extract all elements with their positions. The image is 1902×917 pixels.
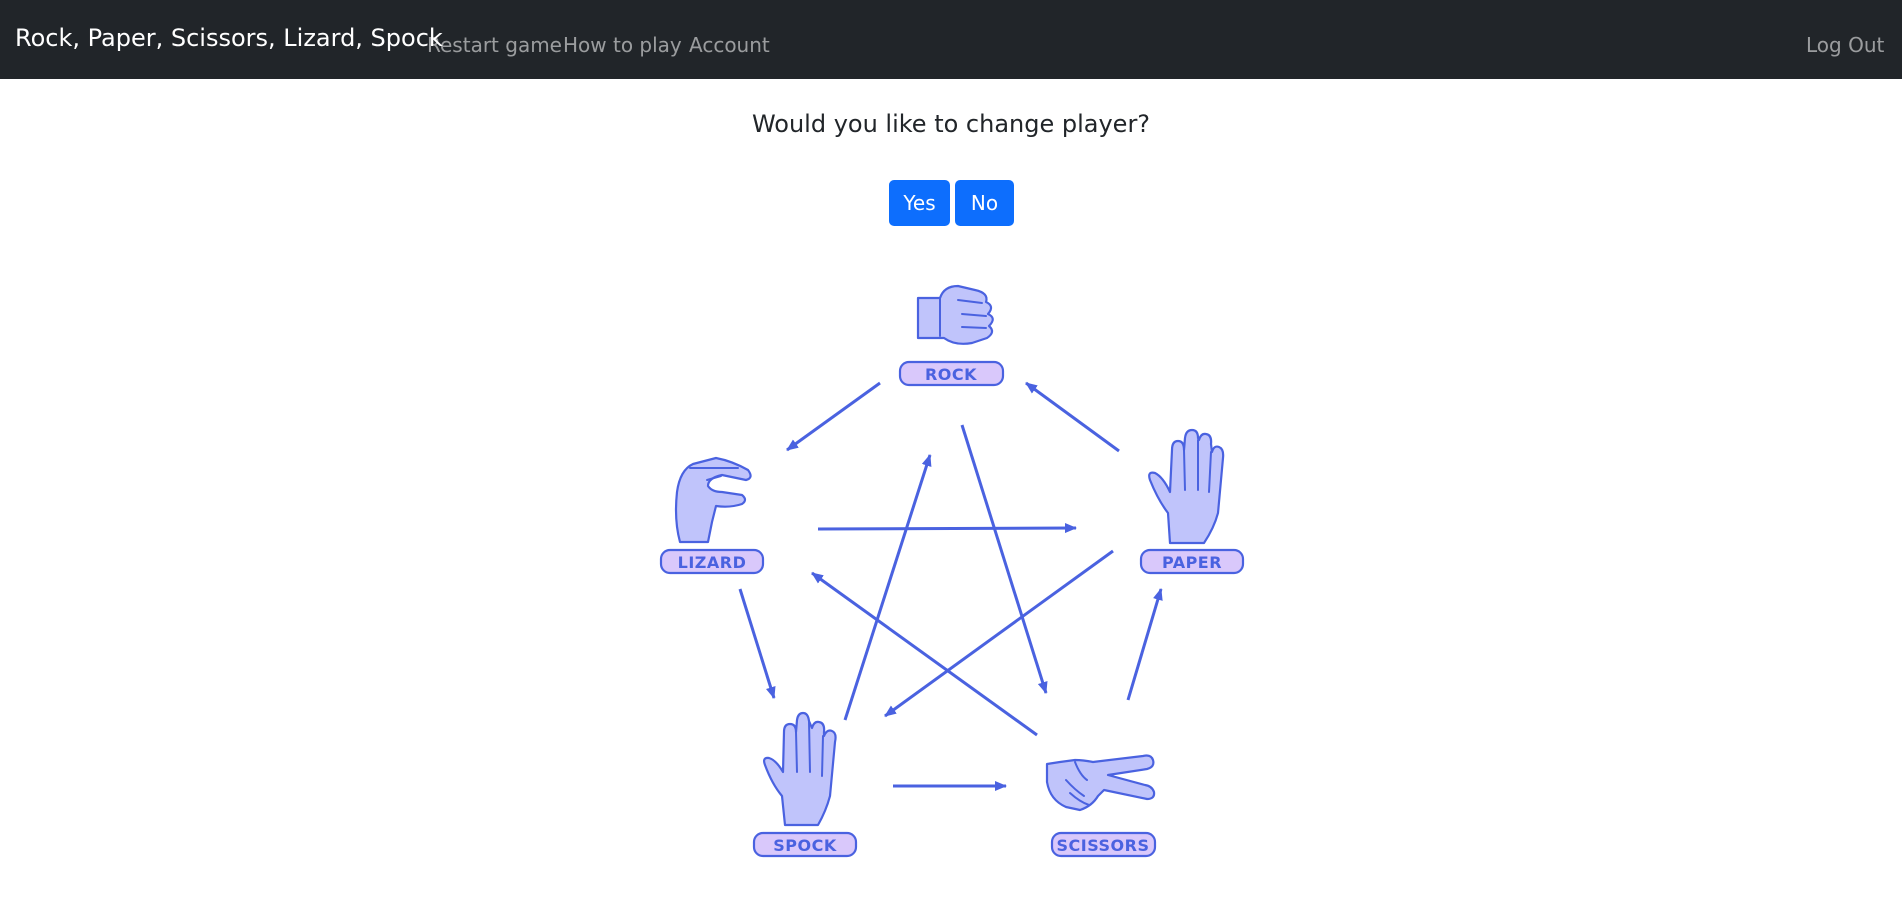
no-button[interactable]: No [955,180,1014,226]
choice-scissors[interactable]: SCISSORS [1045,754,1157,858]
change-player-question: Would you like to change player? [751,110,1151,138]
nav-restart-game[interactable]: Restart game [427,33,562,57]
rock-label: ROCK [925,365,977,384]
lizard-label: LIZARD [678,553,747,572]
arrow-paper-to-spock [884,549,1114,718]
choice-rock[interactable]: ROCK [898,284,1005,387]
nav-log-out[interactable]: Log Out [1806,33,1884,57]
arrow-spock-to-rock [843,454,932,721]
nav-how-to-play[interactable]: How to play [563,33,682,57]
rock-fist-icon [916,284,994,345]
choice-spock[interactable]: SPOCK [752,711,858,858]
scissors-label: SCISSORS [1057,836,1150,855]
arrow-lizard-to-spock [738,588,776,699]
spock-label: SPOCK [773,836,837,855]
arrow-rock-to-scissors [960,424,1048,694]
arrow-scissors-to-paper [1126,588,1163,701]
choice-lizard[interactable]: LIZARD [659,456,765,575]
top-navbar: Rock, Paper, Scissors, Lizard, Spock Res… [0,0,1902,79]
paper-label: PAPER [1162,553,1222,572]
spock-hand-icon [763,711,837,827]
lizard-hand-icon [674,456,752,544]
scissors-hand-icon [1045,754,1156,812]
nav-account[interactable]: Account [689,33,770,57]
arrow-rock-to-lizard [786,381,881,452]
choice-paper[interactable]: PAPER [1139,428,1245,575]
arrow-lizard-to-paper [817,523,1077,534]
paper-hand-icon [1148,428,1225,545]
brand-link[interactable]: Rock, Paper, Scissors, Lizard, Spock [15,24,443,52]
arrow-paper-to-rock [1025,381,1120,453]
yes-button[interactable]: Yes [889,180,950,226]
arrow-scissors-to-lizard [811,571,1038,737]
